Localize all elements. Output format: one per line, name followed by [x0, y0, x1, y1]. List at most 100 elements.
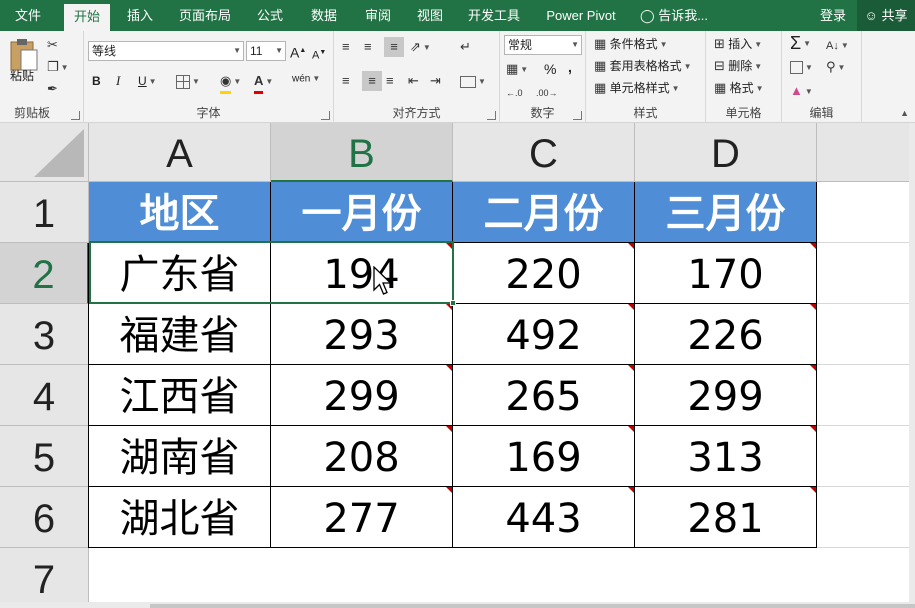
decrease-decimal-icon[interactable]: .00→	[536, 83, 558, 103]
cell-b1[interactable]: 一月份	[271, 182, 453, 243]
tab-developer[interactable]: 开发工具	[462, 0, 526, 31]
phonetic-button[interactable]: wén ▼	[292, 69, 320, 89]
font-launcher-icon[interactable]	[321, 111, 330, 120]
format-painter-icon[interactable]: ✒	[47, 79, 58, 99]
align-middle-icon[interactable]: ≡	[364, 37, 372, 57]
row-header-6[interactable]: 6	[0, 487, 89, 548]
cell-c1[interactable]: 二月份	[453, 182, 635, 243]
row-header-2[interactable]: 2	[0, 243, 89, 304]
tab-page-layout[interactable]: 页面布局	[172, 0, 238, 31]
italic-button[interactable]: I	[116, 71, 120, 91]
paste-button[interactable]: 粘贴	[10, 66, 34, 86]
number-launcher-icon[interactable]	[573, 111, 582, 120]
cell-d6[interactable]: 281	[635, 487, 817, 548]
cell-d3[interactable]: 226	[635, 304, 817, 365]
cell-b4[interactable]: 299	[271, 365, 453, 426]
cell-b2[interactable]: 194	[271, 243, 453, 304]
column-header-c[interactable]: C	[453, 123, 635, 182]
column-header-b[interactable]: B	[271, 123, 453, 182]
merge-center-icon[interactable]: ▼	[460, 71, 486, 91]
cell-a1[interactable]: 地区	[89, 182, 271, 243]
row-header-3[interactable]: 3	[0, 304, 89, 365]
cell-a6[interactable]: 湖北省	[89, 487, 271, 548]
cell-e3[interactable]	[817, 304, 915, 365]
row-header-7[interactable]: 7	[0, 548, 89, 608]
cell-b5[interactable]: 208	[271, 426, 453, 487]
cell-b7[interactable]	[271, 548, 453, 608]
tab-power-pivot[interactable]: Power Pivot	[538, 0, 624, 31]
column-header-a[interactable]: A	[89, 123, 271, 182]
tab-data[interactable]: 数据	[302, 0, 346, 31]
underline-button[interactable]: U ▼	[138, 71, 157, 91]
conditional-format-button[interactable]: ▦ 条件格式 ▼	[594, 34, 668, 54]
cell-c7[interactable]	[453, 548, 635, 608]
orientation-icon[interactable]: ⇗ ▼	[410, 37, 431, 57]
login-link[interactable]: 登录	[820, 0, 846, 31]
cell-e1[interactable]	[817, 182, 915, 243]
cell-b6[interactable]: 277	[271, 487, 453, 548]
autosum-icon[interactable]: Σ ▼	[790, 33, 811, 53]
tab-view[interactable]: 视图	[410, 0, 450, 31]
cell-b3[interactable]: 293	[271, 304, 453, 365]
grow-font-button[interactable]: A▲	[290, 41, 306, 61]
cut-icon[interactable]: ✂	[47, 35, 58, 55]
increase-indent-icon[interactable]: ⇥	[430, 71, 441, 91]
tab-file[interactable]: 文件	[10, 0, 46, 31]
share-button[interactable]: ☺ 共享	[857, 0, 915, 31]
alignment-launcher-icon[interactable]	[487, 111, 496, 120]
row-header-1[interactable]: 1	[0, 182, 89, 243]
cell-a7[interactable]	[89, 548, 271, 608]
tab-formulas[interactable]: 公式	[248, 0, 292, 31]
borders-button[interactable]: ▼	[176, 71, 200, 91]
fill-color-button[interactable]: ◉ ▼	[220, 71, 241, 94]
tab-insert[interactable]: 插入	[118, 0, 162, 31]
vertical-scrollbar[interactable]	[909, 123, 915, 608]
tab-review[interactable]: 审阅	[356, 0, 400, 31]
collapse-ribbon-icon[interactable]: ▲	[900, 108, 909, 118]
tell-me-box[interactable]: ◯ 告诉我...	[640, 0, 708, 31]
cell-a3[interactable]: 福建省	[89, 304, 271, 365]
cell-styles-button[interactable]: ▦ 单元格样式 ▼	[594, 78, 680, 98]
row-header-5[interactable]: 5	[0, 426, 89, 487]
cell-d2[interactable]: 170	[635, 243, 817, 304]
horizontal-scrollbar[interactable]	[0, 602, 915, 608]
cell-c4[interactable]: 265	[453, 365, 635, 426]
cell-a2[interactable]: 广东省	[89, 243, 271, 304]
cell-a5[interactable]: 湖南省	[89, 426, 271, 487]
fill-handle[interactable]	[450, 300, 456, 306]
cell-e5[interactable]	[817, 426, 915, 487]
align-center-icon[interactable]: ≡	[362, 71, 382, 91]
format-cells-button[interactable]: ▦ 格式 ▼	[714, 78, 764, 98]
shrink-font-button[interactable]: A▼	[312, 43, 326, 63]
align-right-icon[interactable]: ≡	[386, 71, 394, 91]
number-format-box[interactable]: 常规 ▼	[504, 35, 582, 55]
cell-e6[interactable]	[817, 487, 915, 548]
cell-d1[interactable]: 三月份	[635, 182, 817, 243]
select-all-button[interactable]	[0, 123, 89, 182]
find-select-icon[interactable]: ⚲ ▼	[826, 57, 845, 77]
cell-d4[interactable]: 299	[635, 365, 817, 426]
cell-c2[interactable]: 220	[453, 243, 635, 304]
clipboard-launcher-icon[interactable]	[71, 111, 80, 120]
wrap-text-icon[interactable]: ↵	[460, 37, 471, 57]
decrease-indent-icon[interactable]: ⇤	[408, 71, 419, 91]
column-header-e[interactable]	[817, 123, 915, 182]
cell-e2[interactable]	[817, 243, 915, 304]
cell-d7[interactable]	[635, 548, 817, 608]
cell-e4[interactable]	[817, 365, 915, 426]
font-size-box[interactable]: 11 ▼	[246, 41, 286, 61]
percent-button[interactable]: %	[544, 59, 556, 79]
font-name-box[interactable]: 等线 ▼	[88, 41, 244, 61]
sort-filter-icon[interactable]: A↓ ▼	[826, 35, 849, 55]
accounting-icon[interactable]: ▦ ▼	[506, 59, 528, 79]
horizontal-scrollbar-thumb[interactable]	[150, 604, 915, 608]
comma-button[interactable]: ,	[568, 57, 572, 77]
tab-home[interactable]: 开始	[64, 4, 110, 31]
bold-button[interactable]: B	[92, 71, 101, 91]
increase-decimal-icon[interactable]: ←.0	[506, 83, 523, 103]
cell-d5[interactable]: 313	[635, 426, 817, 487]
delete-cells-button[interactable]: ⊟ 删除 ▼	[714, 56, 762, 76]
fill-icon[interactable]: ▼	[790, 57, 813, 77]
align-left-icon[interactable]: ≡	[342, 71, 350, 91]
insert-cells-button[interactable]: ⊞ 插入 ▼	[714, 34, 762, 54]
